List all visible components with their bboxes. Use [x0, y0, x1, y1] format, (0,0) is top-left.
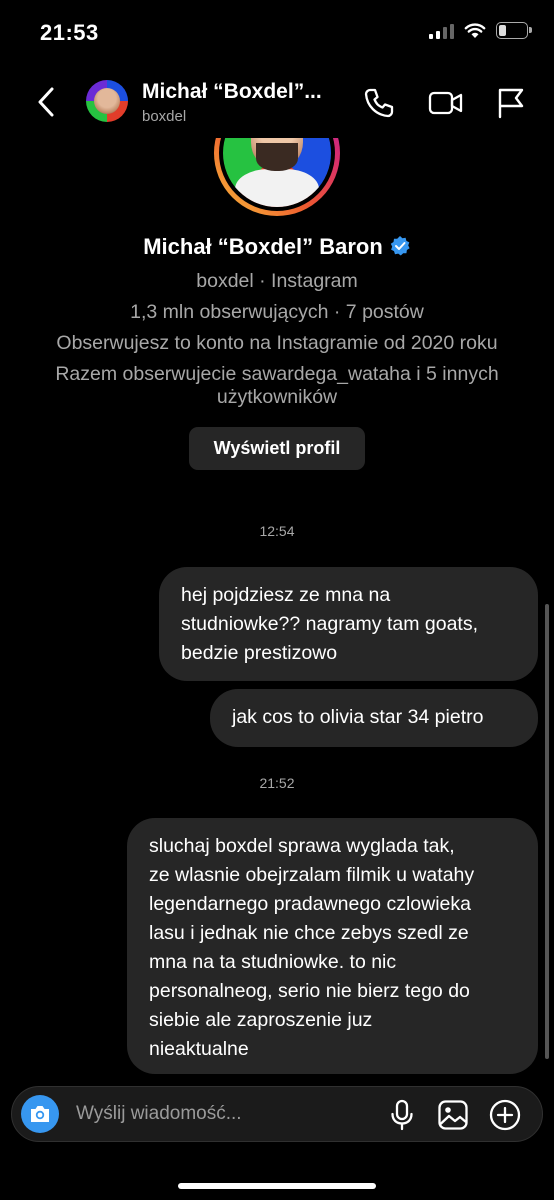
- message-bubble[interactable]: hej pojdziesz ze mna na studniowke?? nag…: [159, 567, 538, 681]
- message-timestamp: 12:54: [259, 523, 295, 539]
- message-text: jak cos to olivia star 34 pietro: [232, 706, 484, 728]
- message-input[interactable]: [76, 1100, 366, 1128]
- status-bar: 21:53 24: [0, 0, 554, 66]
- message-bubble[interactable]: jak cos to olivia star 34 pietro: [210, 689, 538, 747]
- mutual-followers-line2: użytkowników: [216, 386, 338, 408]
- add-icon[interactable]: [488, 1098, 522, 1132]
- profile-stats: 1,3 mln obserwujących · 7 postów: [130, 301, 424, 323]
- battery-level: 24: [505, 24, 519, 37]
- message-timestamp: 21:52: [259, 775, 295, 791]
- message-bubble[interactable]: sluchaj boxdel sprawa wyglada tak, ze wl…: [127, 818, 538, 1074]
- video-camera-icon[interactable]: [427, 86, 465, 120]
- cellular-signal-icon: [429, 23, 454, 39]
- status-time: 21:53: [40, 20, 99, 45]
- back-icon[interactable]: [30, 84, 62, 120]
- chat-header: Michał “Boxdel”... boxdel: [0, 66, 554, 138]
- following-since: Obserwujesz to konto na Instagramie od 2…: [56, 332, 498, 354]
- contact-username[interactable]: boxdel: [142, 108, 186, 125]
- profile-name: Michał “Boxdel” Baron: [0, 234, 554, 260]
- message-text: hej pojdziesz ze mna na studniowke?? nag…: [181, 584, 478, 664]
- battery-icon: 24: [496, 22, 532, 39]
- home-indicator[interactable]: [178, 1183, 376, 1189]
- message-composer: [11, 1086, 543, 1142]
- gallery-icon[interactable]: [436, 1098, 470, 1132]
- wifi-icon: [464, 22, 486, 38]
- profile-full-name: Michał “Boxdel” Baron: [143, 234, 383, 259]
- scrollbar[interactable]: [545, 604, 549, 1059]
- camera-icon: [31, 1106, 49, 1122]
- view-profile-button[interactable]: Wyświetl profil: [189, 427, 365, 470]
- contact-name[interactable]: Michał “Boxdel”...: [142, 80, 322, 104]
- microphone-icon[interactable]: [385, 1098, 419, 1132]
- verified-badge-icon: [390, 236, 410, 256]
- camera-button[interactable]: [21, 1095, 59, 1133]
- avatar[interactable]: [86, 80, 128, 122]
- phone-icon[interactable]: [362, 86, 396, 120]
- message-text: sluchaj boxdel sprawa wyglada tak, ze wl…: [149, 835, 475, 1060]
- flag-icon[interactable]: [494, 86, 528, 120]
- profile-source: boxdel · Instagram: [196, 270, 358, 292]
- status-icons: 24: [429, 22, 532, 39]
